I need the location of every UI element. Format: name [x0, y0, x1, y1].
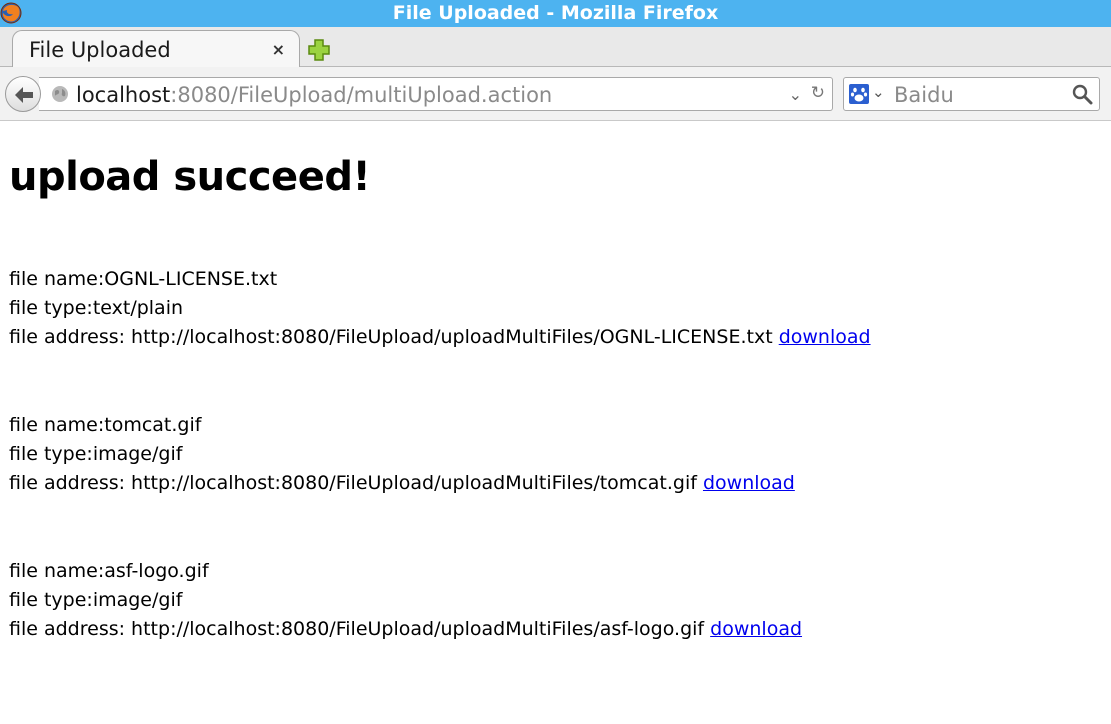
- new-tab-icon[interactable]: [306, 37, 332, 63]
- download-link[interactable]: download: [703, 472, 795, 494]
- dropdown-icon[interactable]: ⌄: [789, 85, 802, 104]
- tab-strip: File Uploaded ×: [0, 27, 1111, 68]
- search-input[interactable]: Baidu: [894, 83, 954, 107]
- file-name: file name:asf-logo.gif: [9, 560, 209, 582]
- tab-file-uploaded[interactable]: File Uploaded ×: [12, 30, 300, 68]
- url-host: localhost: [76, 83, 171, 107]
- file-type: file type:text/plain: [9, 297, 184, 319]
- page-content: upload succeed! file name:OGNL-LICENSE.t…: [0, 122, 1111, 724]
- file-address: file address: http://localhost:8080/File…: [9, 323, 871, 352]
- engine-dropdown-icon[interactable]: ⌄: [872, 83, 885, 101]
- reload-icon[interactable]: ↻: [811, 83, 825, 103]
- close-icon[interactable]: ×: [272, 40, 285, 59]
- page-heading: upload succeed!: [9, 154, 371, 200]
- window-title: File Uploaded - Mozilla Firefox: [392, 2, 719, 24]
- back-arrow-icon: [15, 87, 33, 103]
- tab-label: File Uploaded: [29, 38, 171, 62]
- file-type: file type:image/gif: [9, 589, 183, 611]
- url-bar[interactable]: localhost:8080/FileUpload/multiUpload.ac…: [39, 77, 833, 111]
- download-link[interactable]: download: [779, 326, 871, 348]
- file-entry: file name:asf-logo.gif file type:image/g…: [9, 557, 802, 644]
- url-text[interactable]: localhost:8080/FileUpload/multiUpload.ac…: [76, 83, 552, 107]
- file-name: file name:tomcat.gif: [9, 414, 202, 436]
- search-bar[interactable]: ⌄ Baidu: [843, 77, 1100, 111]
- back-button[interactable]: [5, 76, 41, 112]
- file-type: file type:image/gif: [9, 443, 183, 465]
- globe-icon: [52, 86, 68, 102]
- navigation-bar: localhost:8080/FileUpload/multiUpload.ac…: [0, 67, 1111, 121]
- download-link[interactable]: download: [710, 618, 802, 640]
- file-address-text: file address: http://localhost:8080/File…: [9, 472, 697, 494]
- file-address: file address: http://localhost:8080/File…: [9, 615, 802, 644]
- url-path: :8080/FileUpload/multiUpload.action: [170, 83, 553, 107]
- file-name: file name:OGNL-LICENSE.txt: [9, 268, 278, 290]
- file-address-text: file address: http://localhost:8080/File…: [9, 326, 773, 348]
- file-address-text: file address: http://localhost:8080/File…: [9, 618, 705, 640]
- browser-window: File Uploaded - Mozilla Firefox File Upl…: [0, 0, 1111, 724]
- baidu-paw-icon[interactable]: [849, 84, 869, 104]
- search-icon[interactable]: [1071, 83, 1093, 105]
- file-entry: file name:OGNL-LICENSE.txt file type:tex…: [9, 265, 871, 352]
- file-address: file address: http://localhost:8080/File…: [9, 469, 795, 498]
- title-bar: File Uploaded - Mozilla Firefox: [0, 0, 1111, 27]
- file-entry: file name:tomcat.gif file type:image/gif…: [9, 411, 795, 498]
